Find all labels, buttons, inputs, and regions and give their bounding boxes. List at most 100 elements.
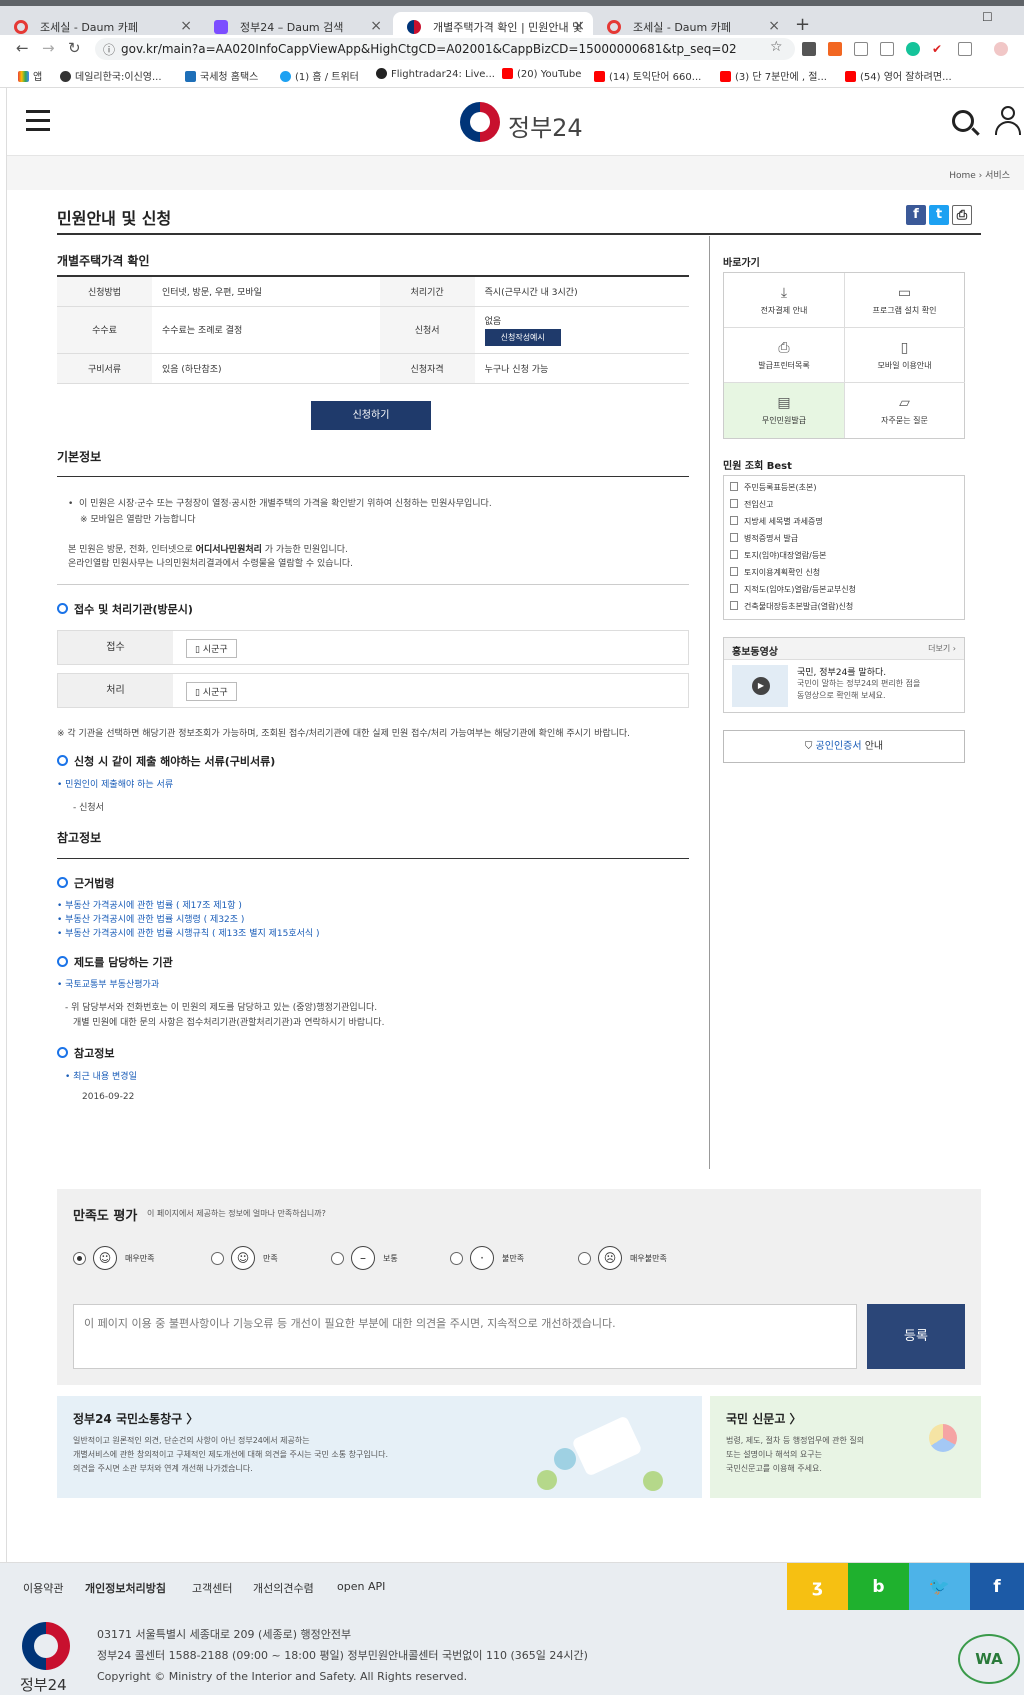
- best-item[interactable]: 토지이용계획확인 신청: [730, 567, 964, 584]
- radio-button[interactable]: [450, 1252, 463, 1265]
- radio-button[interactable]: [211, 1252, 224, 1265]
- twitter-share-icon[interactable]: t: [929, 205, 949, 225]
- bookmark-item[interactable]: 앱: [18, 68, 42, 83]
- url-input[interactable]: ⓘ gov.kr/main?a=AA020InfoCappViewApp&High…: [95, 38, 795, 60]
- bookmark-item[interactable]: Flightradar24: Live...: [376, 68, 495, 80]
- footer-link-feedback[interactable]: 개선의견수렴: [253, 1580, 314, 1596]
- info-value: 인터넷, 방문, 우편, 모바일: [152, 276, 380, 307]
- extension-icon[interactable]: [802, 42, 816, 56]
- radio-button[interactable]: [578, 1252, 591, 1265]
- breadcrumb-home[interactable]: Home: [949, 171, 976, 181]
- promo-more-link[interactable]: 더보기 ›: [928, 643, 956, 654]
- office-tag-button[interactable]: ▯ 시군구: [186, 682, 237, 701]
- docs-sub-link[interactable]: • 민원인이 제출해야 하는 서류: [57, 777, 173, 790]
- quick-link-faq[interactable]: ▱ 자주묻는 질문: [844, 383, 965, 438]
- chat-icon: ▱: [899, 395, 910, 411]
- restore-window-icon[interactable]: ☐: [982, 10, 993, 24]
- bookmark-item[interactable]: (3) 단 7분만에 , 절...: [720, 68, 827, 83]
- dept-link[interactable]: • 국토교통부 부동산평가과: [57, 977, 159, 990]
- extension-icon[interactable]: ✔: [932, 42, 946, 56]
- bookmark-item[interactable]: (20) YouTube: [502, 68, 581, 80]
- footer-link-terms[interactable]: 이용약관: [23, 1580, 63, 1596]
- ref-heading: 참고정보: [57, 831, 102, 845]
- civic-channel-title: 정부24 국민소통창구 〉: [73, 1412, 199, 1426]
- bookmark-item[interactable]: 국세청 홈택스: [185, 68, 258, 83]
- profile-avatar[interactable]: [994, 42, 1008, 56]
- footer-link-api[interactable]: open API: [337, 1580, 385, 1593]
- reload-icon[interactable]: ↻: [68, 39, 81, 57]
- best-item[interactable]: 토지(임야)대장열람/등본: [730, 550, 964, 567]
- quick-link-kiosk[interactable]: ▤ 무인민원발급: [724, 383, 845, 438]
- kakaostory-icon[interactable]: ʒ: [787, 1563, 848, 1611]
- footer-link-privacy[interactable]: 개인정보처리방침: [85, 1580, 166, 1596]
- chevron-right-icon: ›: [978, 171, 983, 181]
- facebook-share-icon[interactable]: f: [906, 205, 926, 225]
- form-example-button[interactable]: 신청작성예시: [484, 328, 561, 346]
- info-label: 처리기간: [379, 276, 475, 307]
- hamburger-menu-icon[interactable]: [26, 110, 50, 131]
- facebook-icon[interactable]: f: [970, 1563, 1024, 1611]
- breadcrumb-service[interactable]: 서비스: [985, 171, 1010, 181]
- law-link[interactable]: • 부동산 가격공시에 관한 법률 시행령 ( 제32조 ): [57, 912, 244, 925]
- footer-link-support[interactable]: 고객센터: [192, 1580, 232, 1596]
- shield-icon: ⛉: [804, 741, 816, 752]
- info-label: 신청방법: [57, 276, 152, 307]
- user-icon[interactable]: [993, 106, 1023, 136]
- apply-button[interactable]: 신청하기: [311, 401, 431, 430]
- civic-channel-banner[interactable]: 정부24 국민소통창구 〉 일반적이고 원론적인 의견, 단순건의 사항이 아닌…: [57, 1396, 702, 1498]
- best-item[interactable]: 주민등록표등본(초본): [730, 482, 964, 499]
- quick-link-printer[interactable]: ⎙ 발급프린터목록: [724, 328, 845, 383]
- bookmark-item[interactable]: (14) 토익단어 660...: [594, 68, 701, 83]
- ref2-link[interactable]: • 최근 내용 변경일: [65, 1069, 137, 1082]
- close-tab-icon[interactable]: ×: [180, 18, 192, 34]
- twitter-icon[interactable]: 🐦: [909, 1563, 970, 1611]
- bookmark-item[interactable]: (54) 영어 잘하려면...: [845, 68, 952, 83]
- bookmark-item[interactable]: (1) 홈 / 트위터: [280, 68, 359, 83]
- bookmark-item[interactable]: 데일리한국:이신영...: [60, 68, 162, 83]
- extension-icon[interactable]: [854, 42, 868, 56]
- law-link[interactable]: • 부동산 가격공시에 관한 법률 시행규칙 ( 제13조 별지 제15호서식 …: [57, 926, 320, 939]
- civic-channel-desc: 일반적이고 원론적인 의견, 단순건의 사항이 아닌 정부24에서 제공하는 개별…: [73, 1436, 389, 1473]
- best-item[interactable]: 지적도(임야도)열람/등본교부신청: [730, 584, 964, 601]
- quick-link-mobile[interactable]: ▯ 모바일 이용안내: [844, 328, 965, 383]
- sinmungo-banner[interactable]: 국민 신문고 〉 법령, 제도, 절차 등 행정업무에 관한 질의 또는 설명이나…: [710, 1396, 981, 1498]
- close-tab-icon[interactable]: ×: [768, 18, 780, 34]
- extension-icon[interactable]: [880, 42, 894, 56]
- best-item[interactable]: 전입신고: [730, 499, 964, 516]
- quick-link-payment[interactable]: ⤓ 전자결제 안내: [724, 273, 845, 328]
- radio-button[interactable]: [73, 1252, 86, 1265]
- law-link[interactable]: • 부동산 가격공시에 관한 법률 ( 제17조 제1항 ): [57, 898, 242, 911]
- best-item[interactable]: 지방세 세목별 과세증명: [730, 516, 964, 533]
- best-item[interactable]: 건축물대장등초본발급(열람)신청: [730, 601, 964, 618]
- back-icon[interactable]: ←: [16, 39, 29, 57]
- new-tab-icon[interactable]: +: [795, 14, 810, 35]
- sidebar-divider: [709, 236, 710, 1169]
- extension-icon[interactable]: [958, 42, 972, 56]
- quick-links-grid: ⤓ 전자결제 안내 ▭ 프로그램 설치 확인 ⎙ 발급프린터목록 ▯ 모바일 이용안내 …: [723, 272, 965, 439]
- promo-thumbnail[interactable]: ▶: [732, 665, 788, 707]
- print-icon[interactable]: ⎙: [952, 205, 972, 225]
- service-name: 개별주택가격 확인: [57, 254, 150, 268]
- feedback-textarea[interactable]: 이 페이지 이용 중 불편사항이나 기능오류 등 개선이 필요한 부분에 대한 …: [73, 1304, 857, 1369]
- cert-guide-button[interactable]: ⛉ 공인인증서 안내: [723, 730, 965, 763]
- youtube-icon: [594, 71, 605, 82]
- best-item[interactable]: 병적증명서 발급: [730, 533, 964, 550]
- extension-icon[interactable]: [828, 42, 842, 56]
- forward-icon[interactable]: →: [42, 39, 55, 57]
- search-icon[interactable]: [952, 110, 974, 132]
- office-tag-button[interactable]: ▯ 시군구: [186, 639, 237, 658]
- youtube-icon: [845, 71, 856, 82]
- close-tab-icon[interactable]: ×: [573, 18, 585, 34]
- satisfaction-subtitle: 이 페이지에서 제공하는 정보에 얼마나 만족하십니까?: [147, 1209, 326, 1218]
- kiosk-icon: ▤: [777, 395, 791, 411]
- feedback-submit-button[interactable]: 등록: [867, 1304, 965, 1369]
- play-icon[interactable]: ▶: [752, 677, 770, 695]
- section-divider: [57, 858, 689, 859]
- bookmark-star-icon[interactable]: ☆: [770, 39, 783, 55]
- blog-icon[interactable]: b: [848, 1563, 909, 1611]
- radio-button[interactable]: [331, 1252, 344, 1265]
- quick-link-program[interactable]: ▭ 프로그램 설치 확인: [844, 273, 965, 328]
- footer-links-bar: 이용약관 개인정보처리방침 고객센터 개선의견수렴 open API ʒ b 🐦…: [0, 1562, 1024, 1611]
- close-tab-icon[interactable]: ×: [370, 18, 382, 34]
- grammarly-icon[interactable]: [906, 42, 920, 56]
